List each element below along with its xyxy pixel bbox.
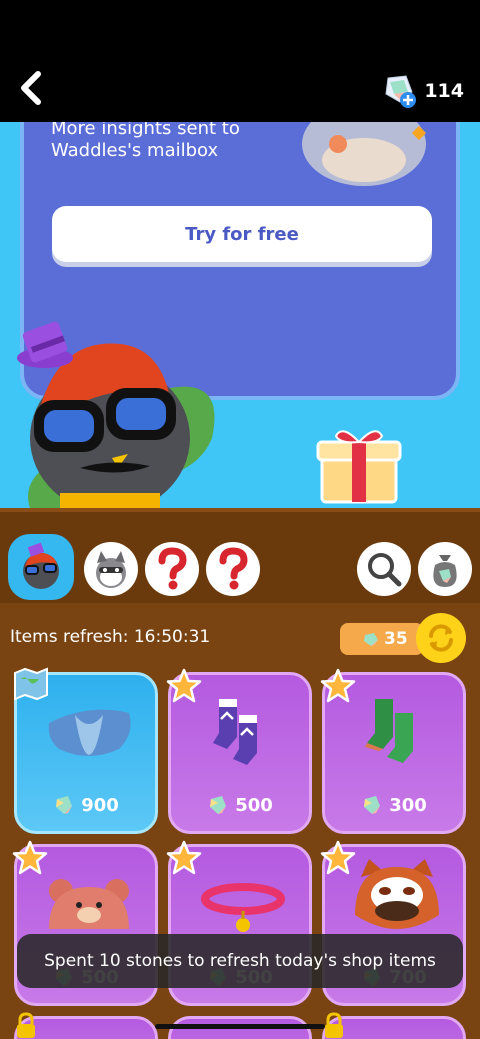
star-icon — [166, 840, 202, 875]
item-price: 500 — [171, 793, 309, 817]
refresh-timer: Items refresh: 16:50:31 — [10, 627, 211, 647]
tab-bag[interactable] — [418, 542, 472, 596]
hero-scene: More insights sent to Waddles's mailbox … — [0, 122, 480, 508]
refresh-cost-value: 35 — [384, 629, 408, 649]
toast-message: Spent 10 stones to refresh today's shop … — [17, 934, 463, 988]
tab-bird[interactable] — [8, 534, 74, 600]
gem-icon — [56, 796, 73, 814]
gift-box-icon[interactable] — [316, 424, 402, 506]
pet-bird-illustration[interactable] — [0, 318, 230, 508]
shop-item-locked[interactable] — [14, 1012, 158, 1039]
star-icon — [320, 668, 356, 703]
tab-unknown-2[interactable] — [206, 542, 260, 596]
gem-plus-icon — [385, 75, 417, 108]
shop-item-snowflake-socks[interactable]: 500 — [166, 668, 312, 834]
gem-icon — [210, 796, 227, 814]
question-icon — [219, 547, 248, 590]
refresh-row: Items refresh: 16:50:31 35 — [0, 603, 480, 668]
currency-display[interactable]: 114 — [380, 72, 464, 110]
question-icon — [158, 547, 187, 590]
promo-bird-illustration — [302, 122, 427, 186]
shop-item-locked[interactable] — [322, 1012, 466, 1039]
chevron-left-icon — [21, 71, 41, 105]
bear-hat-item-icon — [49, 879, 129, 929]
star-icon — [12, 840, 48, 875]
top-bar: 114 — [0, 0, 480, 122]
tab-raccoon[interactable] — [84, 542, 138, 596]
promo-text: More insights sent to Waddles's mailbox — [51, 122, 240, 161]
blue-cape-item-icon — [48, 709, 131, 756]
item-price: 300 — [325, 793, 463, 817]
gem-bag-icon — [433, 555, 457, 587]
tab-search[interactable] — [357, 542, 411, 596]
currency-amount: 114 — [424, 80, 464, 102]
back-button[interactable] — [14, 68, 50, 108]
search-icon — [368, 553, 402, 587]
snowflake-socks-item-icon — [213, 699, 257, 765]
home-indicator[interactable] — [155, 1024, 325, 1029]
shop-item-blue-cape[interactable]: 900 — [14, 667, 158, 834]
try-for-free-button[interactable]: Try for free — [52, 206, 432, 262]
gem-icon — [364, 633, 378, 646]
gem-icon — [364, 796, 381, 814]
item-price: 900 — [17, 793, 155, 817]
refresh-button[interactable] — [416, 613, 466, 663]
refresh-cost: 35 — [340, 623, 424, 655]
raccoon-avatar-icon — [96, 551, 126, 588]
refresh-icon — [429, 624, 453, 652]
category-tabs — [0, 508, 480, 603]
star-icon — [166, 668, 202, 703]
green-socks-item-icon — [365, 699, 413, 763]
shop-item-green-socks[interactable]: 300 — [320, 668, 466, 834]
lock-icon — [17, 1012, 35, 1038]
tab-unknown-1[interactable] — [145, 542, 199, 596]
red-panda-hood-item-icon — [355, 859, 439, 929]
bird-avatar-icon — [23, 542, 59, 589]
